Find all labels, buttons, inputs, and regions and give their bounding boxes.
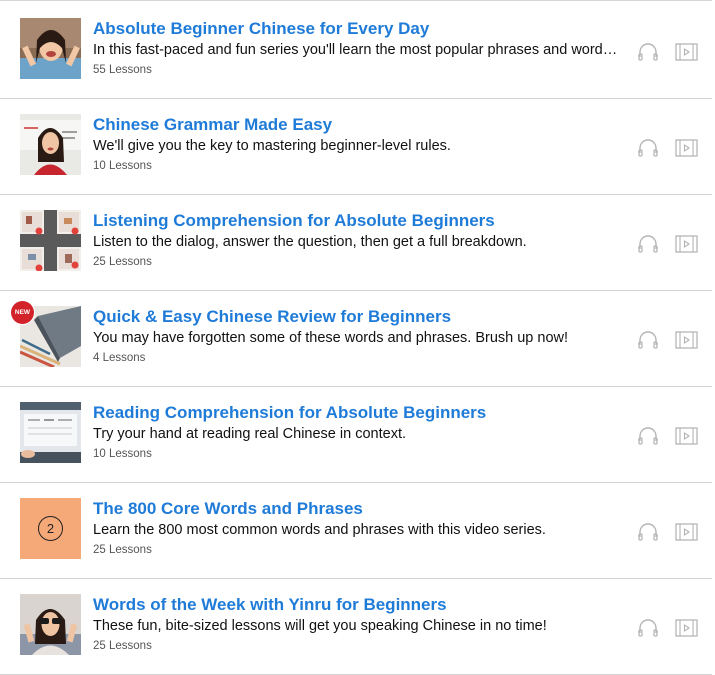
lesson-count: 55 Lessons [93,64,152,76]
series-row[interactable]: Absolute Beginner Chinese for Every Day … [0,3,712,99]
lesson-count: 25 Lessons [93,256,152,268]
new-badge: NEW [11,301,34,324]
series-row[interactable]: NEW Quick & Easy Chinese Review for Begi… [0,291,712,387]
lesson-count: 25 Lessons [93,544,152,556]
series-thumbnail[interactable] [20,402,81,463]
series-title[interactable]: Quick & Easy Chinese Review for Beginner… [93,307,451,327]
series-title[interactable]: Absolute Beginner Chinese for Every Day [93,19,429,39]
video-file-icon[interactable] [675,138,698,158]
series-list: Absolute Beginner Chinese for Every Day … [0,3,715,675]
series-description: Learn the 800 most common words and phra… [93,522,546,538]
number-badge: 2 [38,516,63,541]
series-thumbnail[interactable] [20,210,81,271]
series-description: These fun, bite-sized lessons will get y… [93,618,547,634]
headphones-icon[interactable] [637,42,659,62]
headphones-icon[interactable] [637,522,659,542]
lesson-count: 10 Lessons [93,448,152,460]
video-file-icon[interactable] [675,330,698,350]
series-description: Listen to the dialog, answer the questio… [93,234,527,250]
series-row[interactable]: 2 The 800 Core Words and Phrases Learn t… [0,483,712,579]
series-row[interactable]: Reading Comprehension for Absolute Begin… [0,387,712,483]
lesson-count: 4 Lessons [93,352,146,364]
series-row[interactable]: Words of the Week with Yinru for Beginne… [0,579,712,675]
series-title[interactable]: Chinese Grammar Made Easy [93,115,332,135]
headphones-icon[interactable] [637,426,659,446]
headphones-icon[interactable] [637,618,659,638]
series-thumbnail[interactable] [20,114,81,175]
series-thumbnail[interactable]: 2 [20,498,81,559]
series-title[interactable]: Listening Comprehension for Absolute Beg… [93,211,495,231]
series-thumbnail[interactable] [20,18,81,79]
series-row[interactable]: Chinese Grammar Made Easy We'll give you… [0,99,712,195]
video-file-icon[interactable] [675,618,698,638]
series-description: You may have forgotten some of these wor… [93,330,569,346]
lesson-count: 10 Lessons [93,160,152,172]
lesson-count: 25 Lessons [93,640,152,652]
video-file-icon[interactable] [675,234,698,254]
series-title[interactable]: The 800 Core Words and Phrases [93,499,363,519]
headphones-icon[interactable] [637,138,659,158]
series-description: In this fast-paced and fun series you'll… [93,42,623,58]
series-title[interactable]: Reading Comprehension for Absolute Begin… [93,403,486,423]
headphones-icon[interactable] [637,234,659,254]
series-row[interactable]: Listening Comprehension for Absolute Beg… [0,195,712,291]
series-description: We'll give you the key to mastering begi… [93,138,451,154]
headphones-icon[interactable] [637,330,659,350]
video-file-icon[interactable] [675,42,698,62]
series-description: Try your hand at reading real Chinese in… [93,426,406,442]
series-thumbnail[interactable] [20,594,81,655]
series-title[interactable]: Words of the Week with Yinru for Beginne… [93,595,447,615]
video-file-icon[interactable] [675,522,698,542]
video-file-icon[interactable] [675,426,698,446]
